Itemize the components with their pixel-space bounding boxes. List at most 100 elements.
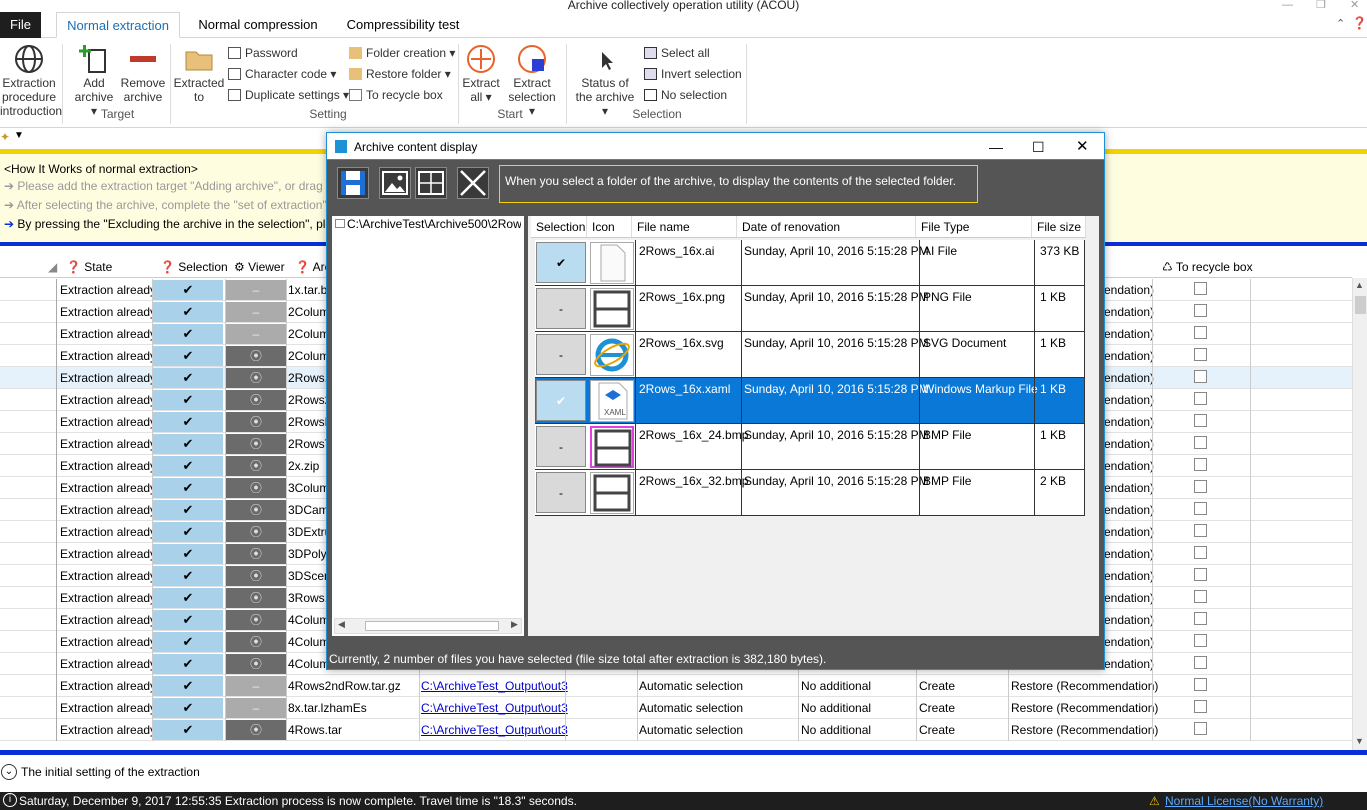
output-path-link[interactable]: C:\ArchiveTest_Output\out3: [421, 697, 568, 719]
scroll-thumb[interactable]: [365, 621, 499, 631]
file-row[interactable]: - 2Rows_16x.svg Sunday, April 10, 2016 5:1…: [535, 332, 1085, 378]
extracted-to-button[interactable]: Extracted to: [172, 44, 226, 104]
recycle-checkbox[interactable]: [1194, 348, 1207, 361]
output-path-link[interactable]: C:\ArchiveTest_Output\out3: [421, 719, 568, 741]
extract-all-button[interactable]: Extract all ▾: [460, 44, 502, 104]
selection-toggle[interactable]: ✔: [153, 500, 223, 520]
icon-column-header[interactable]: Icon: [587, 216, 632, 238]
no-selection-button[interactable]: No selection: [644, 88, 727, 102]
selection-toggle[interactable]: ✔: [153, 720, 223, 740]
recycle-checkbox[interactable]: [1194, 282, 1207, 295]
selection-toggle[interactable]: ✔: [153, 676, 223, 696]
tree-node[interactable]: C:\ArchiveTest\Archive500\2Rows.: [335, 217, 521, 231]
folder-tree[interactable]: C:\ArchiveTest\Archive500\2Rows. ◀ ▶: [332, 216, 524, 636]
tab-compressibility-test[interactable]: Compressibility test: [340, 12, 466, 38]
expand-icon[interactable]: ⌄: [1, 764, 17, 780]
selection-toggle[interactable]: ✔: [153, 456, 223, 476]
viewer-button[interactable]: ⦿: [226, 500, 286, 520]
viewer-button[interactable]: ⦿: [226, 390, 286, 410]
password-button[interactable]: Password: [228, 46, 298, 60]
maximize-button[interactable]: ☐: [1032, 133, 1045, 161]
license-link[interactable]: Normal License(No Warranty): [1165, 792, 1323, 810]
restore-button[interactable]: ❐: [1316, 0, 1326, 11]
vertical-scrollbar[interactable]: ▲ ▼: [1352, 278, 1367, 750]
recycle-checkbox[interactable]: [1194, 700, 1207, 713]
viewer-button[interactable]: ⦿: [226, 720, 286, 740]
file-selection-toggle[interactable]: -: [536, 288, 586, 329]
selection-toggle[interactable]: ✔: [153, 522, 223, 542]
close-button[interactable]: ✕: [1350, 0, 1359, 11]
file-row[interactable]: - 2Rows_16x_24.bmp Sunday, April 10, 2016 …: [535, 424, 1085, 470]
recycle-checkbox[interactable]: [1194, 392, 1207, 405]
initial-setting-expander[interactable]: ⌄ The initial setting of the extraction: [0, 762, 1367, 784]
selection-toggle[interactable]: ✔: [153, 632, 223, 652]
recycle-checkbox[interactable]: [1194, 568, 1207, 581]
folder-creation-button[interactable]: Folder creation ▾: [349, 46, 455, 60]
recycle-checkbox[interactable]: [1194, 546, 1207, 559]
selection-toggle[interactable]: ✔: [153, 302, 223, 322]
extraction-procedure-button[interactable]: Extraction procedure introduction: [0, 44, 62, 118]
viewer-button[interactable]: ⦿: [226, 588, 286, 608]
viewer-button[interactable]: ⦿: [226, 610, 286, 630]
viewer-button[interactable]: ⦿: [226, 632, 286, 652]
file-row[interactable]: - 2Rows_16x.png Sunday, April 10, 2016 5:1…: [535, 286, 1085, 332]
save-button[interactable]: [337, 167, 369, 199]
image-view-button[interactable]: [379, 167, 411, 199]
recycle-checkbox[interactable]: [1194, 458, 1207, 471]
table-row[interactable]: Extraction already ✔ –4Rows2ndRow.tar.gz C:…: [0, 675, 1352, 697]
viewer-button[interactable]: ⦿: [226, 434, 286, 454]
file-row[interactable]: - 2Rows_16x_32.bmp Sunday, April 10, 2016 …: [535, 470, 1085, 516]
scroll-up-icon[interactable]: ▲: [1355, 280, 1364, 290]
date-column-header[interactable]: Date of renovation: [737, 216, 916, 238]
collapse-ribbon-icon[interactable]: ⌃: [1336, 17, 1345, 30]
select-all-button[interactable]: Select all: [644, 46, 710, 60]
viewer-column-header[interactable]: ⚙ Viewer: [234, 260, 285, 274]
type-column-header[interactable]: File Type: [916, 216, 1032, 238]
recycle-checkbox[interactable]: [1194, 326, 1207, 339]
recycle-checkbox[interactable]: [1194, 678, 1207, 691]
help-icon[interactable]: ❓: [1352, 16, 1367, 30]
star-icon[interactable]: ✦: [0, 130, 10, 144]
file-row[interactable]: ✔ XAML 2Rows_16x.xaml Sunday, April 10, 201…: [535, 378, 1085, 424]
recycle-checkbox[interactable]: [1194, 612, 1207, 625]
horizontal-scrollbar[interactable]: ◀ ▶: [334, 618, 522, 634]
selection-toggle[interactable]: ✔: [153, 434, 223, 454]
selection-toggle[interactable]: ✔: [153, 588, 223, 608]
minimize-button[interactable]: —: [989, 133, 1003, 161]
viewer-button[interactable]: ⦿: [226, 566, 286, 586]
filename-column-header[interactable]: File name: [632, 216, 737, 238]
file-row[interactable]: ✔ 2Rows_16x.ai Sunday, April 10, 2016 5:15…: [535, 240, 1085, 286]
selection-toggle[interactable]: ✔: [153, 566, 223, 586]
scroll-down-icon[interactable]: ▼: [1355, 736, 1364, 746]
minimize-button[interactable]: —: [1282, 0, 1293, 11]
file-selection-toggle[interactable]: -: [536, 472, 586, 513]
selection-toggle[interactable]: ✔: [153, 698, 223, 718]
viewer-button[interactable]: ⦿: [226, 368, 286, 388]
scroll-thumb[interactable]: [1355, 296, 1366, 314]
viewer-button[interactable]: –: [226, 280, 286, 300]
table-row[interactable]: Extraction already ✔ –8x.tar.lzhamEs C:\Arc…: [0, 697, 1352, 719]
recycle-checkbox[interactable]: [1194, 436, 1207, 449]
selection-column-header[interactable]: Selection: [531, 216, 587, 238]
close-button[interactable]: ✕: [1076, 133, 1089, 161]
invert-selection-button[interactable]: Invert selection: [644, 67, 742, 81]
remove-archive-button[interactable]: Remove archive: [118, 44, 168, 104]
close-view-button[interactable]: [457, 167, 489, 199]
viewer-button[interactable]: –: [226, 324, 286, 344]
viewer-button[interactable]: –: [226, 676, 286, 696]
selection-toggle[interactable]: ✔: [153, 280, 223, 300]
viewer-button[interactable]: ⦿: [226, 456, 286, 476]
file-selection-toggle[interactable]: ✔: [536, 242, 586, 283]
output-path-link[interactable]: C:\ArchiveTest_Output\out3: [421, 675, 568, 697]
recycle-checkbox[interactable]: [1194, 524, 1207, 537]
selection-column-header[interactable]: ❓ Selection: [160, 260, 228, 274]
recycle-checkbox[interactable]: [1194, 502, 1207, 515]
scroll-right-icon[interactable]: ▶: [511, 619, 518, 630]
selection-toggle[interactable]: ✔: [153, 412, 223, 432]
viewer-button[interactable]: ⦿: [226, 478, 286, 498]
recycle-checkbox[interactable]: [1194, 634, 1207, 647]
selection-toggle[interactable]: ✔: [153, 346, 223, 366]
table-row[interactable]: Extraction already ✔ ⦿ 4Rows.tar C:\ArchiveT…: [0, 719, 1352, 741]
selection-toggle[interactable]: ✔: [153, 324, 223, 344]
to-recycle-box-button[interactable]: To recycle box: [349, 88, 443, 102]
